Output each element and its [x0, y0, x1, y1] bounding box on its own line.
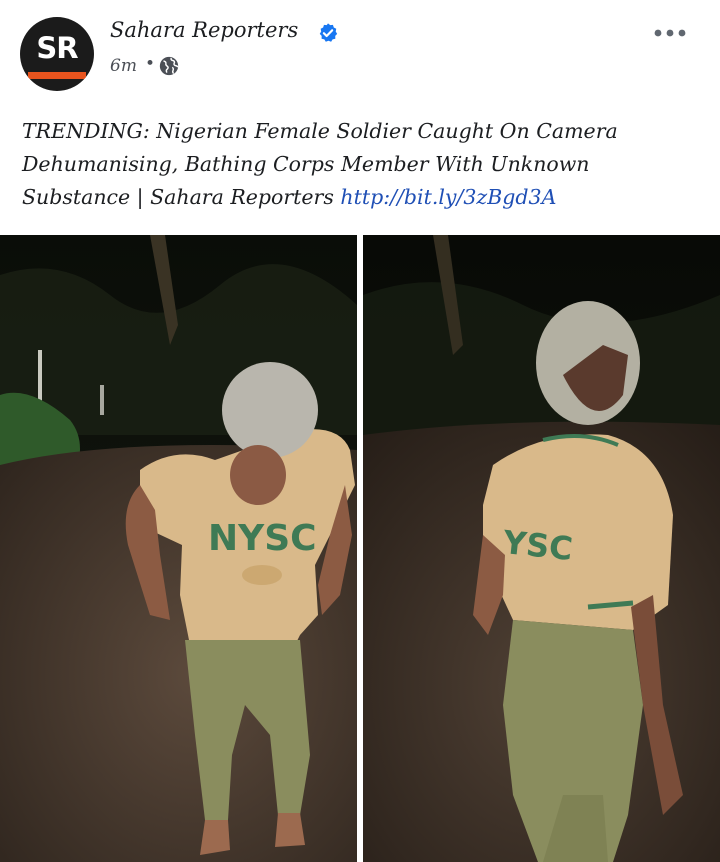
post-photo-right[interactable]: YSC: [363, 235, 720, 862]
post-text: TRENDING: Nigerian Female Soldier Caught…: [22, 115, 682, 214]
post-link[interactable]: http://bit.ly/3zBgd3A: [340, 185, 556, 209]
shirt-print-right: YSC: [500, 523, 574, 568]
meta-separator: •: [145, 54, 156, 74]
shirt-print-left: NYSC: [208, 518, 317, 559]
photo-right-image: YSC: [363, 235, 720, 862]
photo-left-image: NYSC: [0, 235, 357, 862]
page-avatar[interactable]: SR: [20, 17, 94, 91]
globe-icon[interactable]: [158, 55, 180, 77]
page-name[interactable]: Sahara Reporters: [110, 18, 298, 42]
avatar-accent-bar: [28, 72, 86, 79]
post-header: SR Sahara Reporters 6m •: [0, 0, 720, 108]
avatar-logo-text: SR: [36, 31, 78, 65]
post-photo-left[interactable]: NYSC: [0, 235, 357, 862]
more-options-icon[interactable]: [652, 22, 688, 44]
verified-badge-icon: [319, 23, 338, 42]
post-timestamp[interactable]: 6m: [110, 56, 137, 76]
